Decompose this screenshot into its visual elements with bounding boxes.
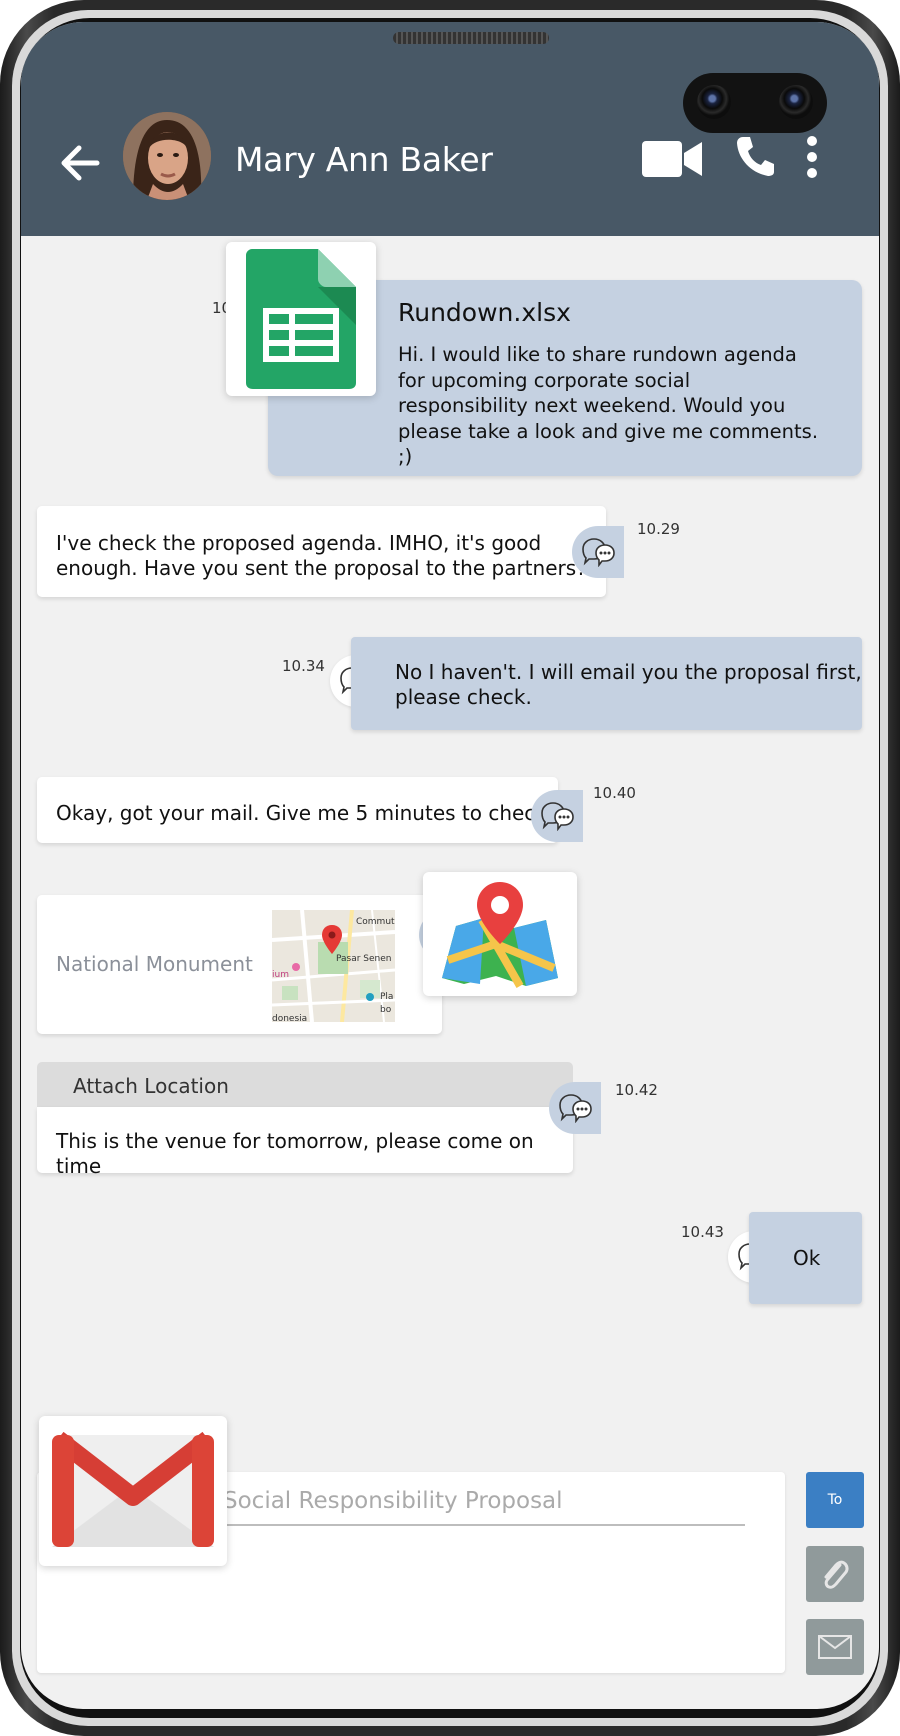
message-text: Hi. I would like to share rundown agenda… [398,343,819,468]
map-label: Commuter [356,917,395,927]
spreadsheet-file-card[interactable] [226,242,376,396]
chat-header: Mary Ann Baker [21,22,879,236]
video-call-icon [642,141,702,177]
front-camera-lens [697,85,731,119]
camera-cutout [683,73,827,133]
phone-call-icon [737,137,774,176]
location-name: National Monument [56,952,253,976]
message-text-line: please check. [395,685,532,709]
message-timestamp: 10.34 [282,657,325,675]
gmail-app-card[interactable] [39,1416,227,1566]
more-options-button[interactable] [805,136,819,178]
more-vert-icon [807,136,817,178]
chat-bubbles-icon [541,802,574,831]
attach-location-header: Attach Location [37,1062,573,1108]
to-button[interactable]: To [806,1472,864,1528]
back-button[interactable] [57,140,103,186]
file-name[interactable]: Rundown.xlsx [398,300,571,325]
location-card[interactable]: National Monument Commuter Pasar Senen [37,895,442,1034]
message-timestamp: 10.43 [681,1223,724,1241]
avatar-portrait [123,112,211,200]
chat-bubbles-icon [559,1094,592,1123]
message-timestamp: 10.40 [593,784,636,802]
attach-icon [824,1560,849,1589]
message-text-line: No I haven't. I will email you the propo… [395,660,862,684]
message-text: Ok [793,1246,821,1270]
chat-bubbles-icon [582,538,615,567]
maps-app-card[interactable] [423,872,577,996]
chat-screen: Mary Ann Baker 10 Rundown.xlsx Hi. I wou… [21,22,879,1709]
message-text-line: I've check the proposed agenda. IMHO, it… [56,531,542,555]
map-label: ium [272,970,289,980]
map-pin-icon [442,882,558,988]
message-text: This is the venue for tomorrow, please c… [56,1129,534,1178]
phone-call-button[interactable] [735,135,775,177]
subject-input[interactable] [223,1478,745,1526]
incoming-message-bubble[interactable]: This is the venue for tomorrow, please c… [37,1107,573,1178]
attach-location-label: Attach Location [73,1074,229,1098]
map-label: Pasar Senen [336,954,392,964]
outgoing-message-bubble[interactable]: Ok [749,1212,862,1304]
contact-avatar[interactable] [123,112,211,200]
send-mail-icon [818,1635,852,1659]
reply-chip[interactable] [572,526,624,578]
incoming-message-bubble[interactable]: Okay, got your mail. Give me 5 minutes t… [37,777,558,843]
map-thumbnail[interactable]: Commuter Pasar Senen ium Pla donesia bo [272,910,395,1022]
attach-button[interactable] [806,1546,864,1602]
outgoing-message-bubble[interactable]: No I haven't. I will email you the propo… [351,637,862,730]
spreadsheet-icon [246,249,356,389]
message-text: Okay, got your mail. Give me 5 minutes t… [56,801,547,825]
send-mail-button[interactable] [806,1619,864,1675]
map-label: bo [380,1005,392,1015]
gmail-icon [52,1431,214,1547]
message-text-line: enough. Have you sent the proposal to th… [56,556,587,580]
map-label: donesia [272,1014,308,1022]
reply-chip[interactable] [531,790,583,842]
message-timestamp: 10.42 [615,1081,658,1099]
incoming-message-bubble[interactable]: I've check the proposed agenda. IMHO, it… [37,506,606,597]
video-call-button[interactable] [642,139,704,179]
speaker-slot [393,32,549,44]
to-button-label: To [827,1492,843,1508]
message-timestamp: 10.29 [637,520,680,538]
reply-chip[interactable] [549,1082,601,1134]
back-arrow-icon [61,145,100,181]
front-camera-lens [779,85,813,119]
contact-name[interactable]: Mary Ann Baker [235,140,493,179]
